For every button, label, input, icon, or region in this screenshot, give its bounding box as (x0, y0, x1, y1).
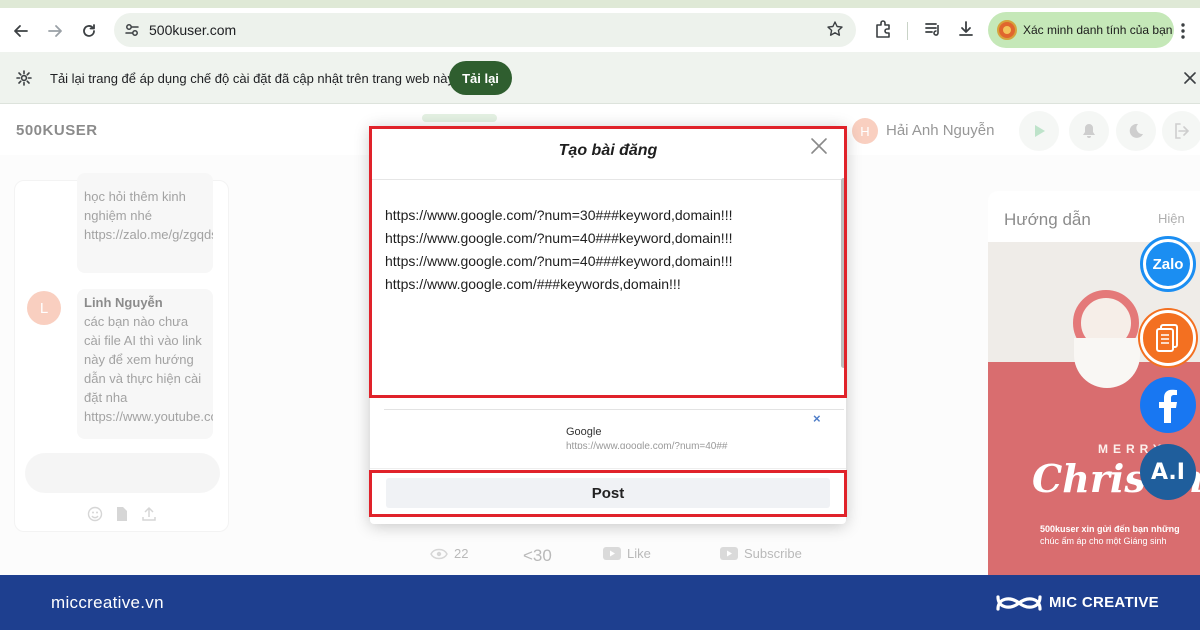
zalo-button[interactable]: Zalo (1140, 236, 1196, 292)
highlight-box-post (369, 470, 847, 517)
toolbar-separator (907, 22, 908, 40)
site-settings-icon[interactable] (123, 21, 141, 39)
reload-icon[interactable] (77, 19, 101, 43)
ai-label: A.I (1151, 459, 1185, 485)
verify-identity-label: Xác minh danh tính của bạn (1023, 23, 1173, 37)
address-bar[interactable]: 500kuser.com (114, 13, 856, 47)
tab-strip (0, 0, 1200, 8)
back-icon[interactable] (9, 19, 33, 43)
browser-toolbar: 500kuser.com Xác minh danh tính của bạn (0, 8, 1200, 52)
mic-creative-logo-icon (994, 589, 1044, 617)
ai-button[interactable]: A.I (1140, 444, 1196, 500)
document-button[interactable] (1140, 310, 1196, 366)
info-bar-message: Tải lại trang để áp dụng chế độ cài đặt … (50, 71, 454, 86)
url-text[interactable]: 500kuser.com (149, 22, 236, 38)
close-icon[interactable] (1184, 72, 1196, 84)
preview-close-icon[interactable]: × (813, 411, 821, 426)
link-preview: Google https://www.google.com/?num=40## … (384, 409, 844, 449)
profile-avatar-icon (997, 20, 1017, 40)
download-icon[interactable] (956, 19, 976, 39)
facebook-button[interactable] (1140, 377, 1196, 433)
preview-url: https://www.google.com/?num=40## (566, 441, 728, 449)
extensions-icon[interactable] (873, 19, 893, 39)
facebook-icon (1156, 387, 1180, 423)
bookmark-star-icon[interactable] (826, 20, 844, 38)
preview-title[interactable]: Google (566, 426, 601, 438)
info-bar: Tải lại trang để áp dụng chế độ cài đặt … (0, 52, 1200, 104)
verify-identity-button[interactable]: Xác minh danh tính của bạn (988, 12, 1174, 48)
forward-icon[interactable] (43, 19, 67, 43)
reload-button[interactable]: Tải lại (449, 61, 512, 95)
footer-site: miccreative.vn (51, 593, 164, 612)
reading-list-icon[interactable] (923, 19, 943, 39)
menu-icon[interactable] (1180, 22, 1186, 40)
footer-brand: MIC CREATIVE (1049, 594, 1159, 611)
highlight-box-content (369, 126, 847, 398)
settings-gear-icon (16, 70, 32, 86)
footer-bar: miccreative.vn MIC CREATIVE (0, 575, 1200, 630)
document-icon (1155, 323, 1181, 353)
zalo-icon: Zalo (1146, 242, 1190, 286)
